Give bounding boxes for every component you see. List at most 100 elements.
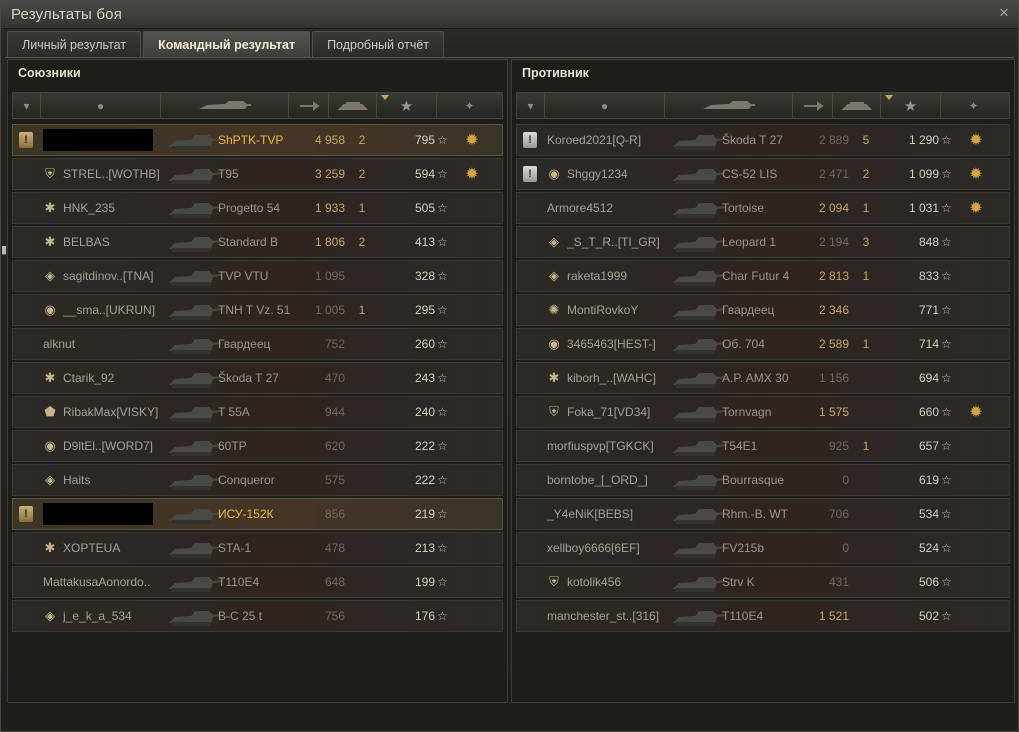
platoon-column-icon[interactable]: ▾ (517, 93, 545, 118)
player-column-icon[interactable]: ● (41, 93, 161, 118)
player-row[interactable]: ⛨ Foka_71[VD34] Tornvagn 1 575 660 ☆ ✹ (516, 396, 1010, 428)
damage-value: 856 (324, 507, 345, 521)
player-name[interactable]: Armore4512 (547, 193, 677, 223)
player-row[interactable]: ✱ Ctarik_92 Škoda T 27 470 243 ☆ (12, 362, 503, 394)
player-row[interactable]: ◈ Haits Conqueror 575 222 ☆ (12, 464, 503, 496)
tab-team[interactable]: Командный результат (143, 31, 311, 57)
player-row[interactable]: borntobe_[_ORD_] Bourrasque 0 619 ☆ (516, 464, 1010, 496)
player-row[interactable]: ! ◉ Shggy1234 CS-52 LIS 2 471 2 1 099 ☆ ✹ (516, 158, 1010, 190)
medal-icon[interactable]: ✹ (965, 164, 987, 186)
kills-column-icon[interactable] (833, 93, 881, 118)
player-name[interactable]: 3465463[HEST-] (567, 329, 677, 359)
player-name[interactable]: sagitdinov..[TNA] (63, 261, 173, 291)
player-name[interactable]: RibakMax[VISKY] (63, 397, 173, 427)
medal-icon[interactable]: ✹ (965, 402, 987, 424)
star-icon: ☆ (941, 439, 952, 453)
kills-value: 1 (862, 439, 870, 453)
player-name[interactable]: STREL..[WOTHB] (63, 159, 173, 189)
player-name[interactable]: Haits (63, 465, 173, 495)
player-name[interactable]: Ctarik_92 (63, 363, 173, 393)
vehicle-column-icon[interactable] (665, 93, 793, 118)
player-name[interactable]: manchester_st..[316] (547, 601, 677, 631)
player-name[interactable]: Foka_71[VD34] (567, 397, 677, 427)
medal-icon[interactable]: ✹ (965, 130, 987, 152)
player-row[interactable]: ⛨ kotolik456 Strv K 431 506 ☆ (516, 566, 1010, 598)
close-icon[interactable]: × (996, 4, 1012, 21)
player-row[interactable]: _Y4eNiK[BEBS] Rhm.-B. WT 706 534 ☆ (516, 498, 1010, 530)
player-name[interactable]: HNK_235 (63, 193, 173, 223)
player-name[interactable]: kiborh_..[WAHC] (567, 363, 677, 393)
player-row[interactable]: MattakusaAonordo.. T110E4 648 199 ☆ (12, 566, 503, 598)
player-name[interactable]: XOPTEUA (63, 533, 173, 563)
player-column-icon[interactable]: ● (545, 93, 665, 118)
player-row[interactable]: ◉ __sma..[UKRUN] TNH T Vz. 51 1 005 1 295 ☆ (12, 294, 503, 326)
damage-value: 2 194 (818, 235, 849, 249)
player-name[interactable]: Koroed2021[Q-R] (547, 125, 677, 155)
kills-value (351, 499, 373, 529)
player-name[interactable]: morfiuspvp[TGKCK] (547, 431, 677, 461)
damage-value: 0 (842, 473, 849, 487)
resize-handle-icon[interactable]: ▮ (1, 243, 11, 257)
tab-detailed[interactable]: Подробный отчёт (312, 31, 445, 57)
player-row[interactable]: ◉ 3465463[HEST-] Об. 704 2 589 1 714 ☆ (516, 328, 1010, 360)
player-row[interactable]: ! ИСУ-152К 856 219 ☆ (12, 498, 503, 530)
player-name[interactable]: D9ltEl..[WORD7] (63, 431, 173, 461)
player-row[interactable]: ◈ raketa1999 Char Futur 42 813 1 833 ☆ (516, 260, 1010, 292)
battle-results-window: Результаты боя × Личный результат Команд… (0, 0, 1019, 732)
kills-column-icon[interactable] (329, 93, 377, 118)
player-name[interactable]: _S_T_R..[TI_GR] (567, 227, 677, 257)
medal-icon[interactable]: ✹ (965, 198, 987, 220)
player-name[interactable]: MattakusaAonordo.. (43, 567, 173, 597)
player-name[interactable]: j_e_k_a_534 (63, 601, 173, 631)
player-row[interactable]: ✱ XOPTEUA STA-1 478 213 ☆ (12, 532, 503, 564)
player-name[interactable]: MontiRovkoY (567, 295, 677, 325)
allies-list: ! ShPTK-TVP 4 958 2 795 ☆ ✹ ⛨ STREL..[WOTHB] T95 3… (12, 124, 503, 634)
player-row[interactable]: ✱ HNK_235 Progetto 54 1 933 1 505 ☆ (12, 192, 503, 224)
player-row[interactable]: manchester_st..[316] T110E4 1 521 502 ☆ (516, 600, 1010, 632)
clan-emblem-icon: ✱ (44, 234, 56, 249)
tab-personal[interactable]: Личный результат (7, 31, 142, 57)
medal-icon[interactable]: ✹ (461, 164, 483, 186)
player-row[interactable]: ⬟ RibakMax[VISKY] T 55A 944 240 ☆ (12, 396, 503, 428)
medal-column-icon[interactable]: ✦ (941, 93, 1006, 118)
clan-emblem-icon: ✱ (44, 370, 56, 385)
player-row[interactable]: ✺ MontiRovkoY Гвардеец 2 346 771 ☆ (516, 294, 1010, 326)
player-name[interactable]: Shggy1234 (567, 159, 677, 189)
player-row[interactable]: ◈ _S_T_R..[TI_GR] Leopard 12 194 3 848 ☆ (516, 226, 1010, 258)
vehicle-column-icon[interactable] (161, 93, 289, 118)
platoon-column-icon[interactable]: ▾ (13, 93, 41, 118)
xp-column-icon[interactable]: ★ (881, 93, 941, 118)
player-name[interactable]: raketa1999 (567, 261, 677, 291)
player-row[interactable]: ◈ j_e_k_a_534 B-C 25 t 756 176 ☆ (12, 600, 503, 632)
xp-column-icon[interactable]: ★ (377, 93, 437, 118)
star-icon: ☆ (941, 405, 952, 419)
player-row[interactable]: alknut Гвардеец 752 260 ☆ (12, 328, 503, 360)
damage-column-icon[interactable] (793, 93, 833, 118)
player-row[interactable]: morfiuspvp[TGKCK] T54E1 925 1 657 ☆ (516, 430, 1010, 462)
player-name[interactable]: borntobe_[_ORD_] (547, 465, 677, 495)
player-row[interactable]: xellboy6666[6EF] FV215b 0 524 ☆ (516, 532, 1010, 564)
xp-value: 657 (918, 439, 939, 453)
player-row[interactable]: ! ShPTK-TVP 4 958 2 795 ☆ ✹ (12, 124, 503, 156)
player-row[interactable]: ✱ BELBAS Standard B1 806 2 413 ☆ (12, 226, 503, 258)
player-name[interactable]: xellboy6666[6EF] (547, 533, 677, 563)
player-row[interactable]: Armore4512 Tortoise 2 094 1 1 031 ☆ ✹ (516, 192, 1010, 224)
player-name[interactable]: BELBAS (63, 227, 173, 257)
player-row[interactable]: ⛨ STREL..[WOTHB] T95 3 259 2 594 ☆ ✹ (12, 158, 503, 190)
medal-icon[interactable]: ✹ (461, 130, 483, 152)
player-row[interactable]: ◉ D9ltEl..[WORD7] 60TP 620 222 ☆ (12, 430, 503, 462)
damage-value: 0 (842, 541, 849, 555)
player-row[interactable]: ◈ sagitdinov..[TNA] TVP VTU 1 095 328 ☆ (12, 260, 503, 292)
damage-value: 1 806 (314, 235, 345, 249)
kills-value: 2 (358, 167, 366, 181)
player-row[interactable]: ✱ kiborh_..[WAHC] A.P. AMX 30 1 156 694 ☆ (516, 362, 1010, 394)
kills-value: 1 (862, 337, 870, 351)
damage-column-icon[interactable] (289, 93, 329, 118)
player-row[interactable]: ! Koroed2021[Q-R] Škoda T 27 2 889 5 1 290 ☆ ✹ (516, 124, 1010, 156)
player-name[interactable]: _Y4eNiK[BEBS] (547, 499, 677, 529)
player-name[interactable]: __sma..[UKRUN] (63, 295, 173, 325)
player-name[interactable]: alknut (43, 329, 173, 359)
player-name[interactable]: kotolik456 (567, 567, 677, 597)
star-icon: ☆ (437, 133, 448, 147)
medal-column-icon[interactable]: ✦ (437, 93, 502, 118)
